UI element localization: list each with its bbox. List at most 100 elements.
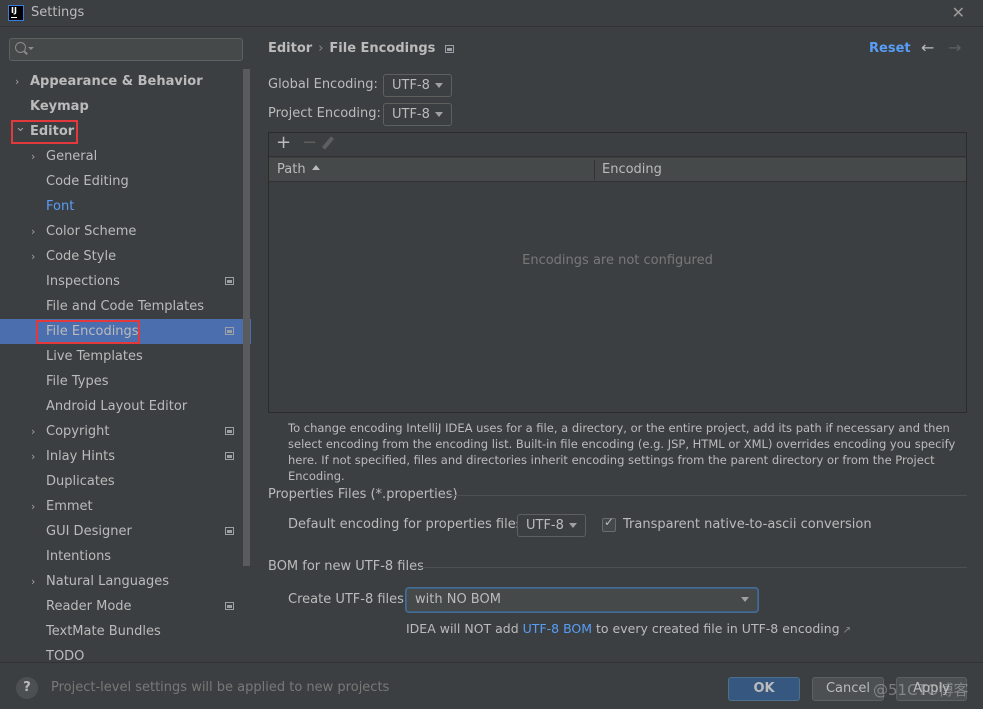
chevron-right-icon[interactable]: › — [31, 219, 35, 244]
path-encodings-table: + − Path Encoding Encodings are not conf… — [268, 132, 967, 413]
settings-sidebar: › Appearance & Behavior Keymap ⌄ Editor › Gene… — [0, 28, 251, 664]
sidebar-item-duplicates[interactable]: Duplicates — [0, 469, 251, 494]
column-divider[interactable] — [594, 160, 595, 180]
sidebar-item-label: Reader Mode — [46, 599, 132, 614]
sidebar-item-natural-languages[interactable]: › Natural Languages — [0, 569, 251, 594]
project-encoding-dropdown[interactable]: UTF-8 — [383, 103, 452, 126]
native-to-ascii-label[interactable]: Transparent native-to-ascii conversion — [623, 514, 872, 536]
sidebar-item-textmate-bundles[interactable]: TextMate Bundles — [0, 619, 251, 644]
ok-button[interactable]: OK — [728, 677, 800, 701]
create-utf8-value: with NO BOM — [415, 592, 501, 607]
sidebar-item-font[interactable]: Font — [0, 194, 251, 219]
back-arrow-icon[interactable]: ← — [921, 38, 934, 57]
project-level-icon — [225, 277, 234, 285]
chevron-right-icon[interactable]: › — [31, 444, 35, 469]
chevron-right-icon[interactable]: › — [15, 69, 19, 94]
project-level-icon — [225, 452, 234, 460]
sidebar-item-label: File Types — [46, 374, 109, 389]
breadcrumb-separator: › — [318, 41, 324, 56]
sidebar-item-gui-designer[interactable]: GUI Designer — [0, 519, 251, 544]
sidebar-item-appearance-behavior[interactable]: › Appearance & Behavior — [0, 69, 251, 94]
table-toolbar: + − — [269, 132, 966, 157]
sidebar-item-label: Appearance & Behavior — [30, 74, 203, 89]
column-header-path[interactable]: Path — [277, 158, 320, 182]
sidebar-item-label: Duplicates — [46, 474, 115, 489]
sidebar-item-file-encodings[interactable]: File Encodings — [0, 319, 251, 344]
chevron-right-icon[interactable]: › — [31, 244, 35, 269]
breadcrumb-editor[interactable]: Editor — [268, 41, 312, 56]
sidebar-item-code-style[interactable]: › Code Style — [0, 244, 251, 269]
file-encodings-panel: Editor › File Encodings Reset ← → Global E… — [252, 28, 983, 662]
chevron-down-icon — [435, 112, 443, 117]
add-icon[interactable]: + — [276, 132, 291, 153]
sidebar-item-emmet[interactable]: › Emmet — [0, 494, 251, 519]
sidebar-item-label: TextMate Bundles — [46, 624, 161, 639]
create-utf8-files-dropdown[interactable]: with NO BOM — [406, 588, 758, 612]
breadcrumb-file-encodings: File Encodings — [329, 41, 436, 56]
bom-note-suffix: to every created file in UTF-8 encoding — [592, 621, 840, 636]
edit-pencil-icon[interactable] — [321, 136, 335, 150]
sidebar-item-editor[interactable]: ⌄ Editor — [0, 119, 251, 144]
sidebar-item-label: Font — [46, 199, 75, 214]
chevron-right-icon[interactable]: › — [31, 569, 35, 594]
chevron-right-icon[interactable]: › — [31, 419, 35, 444]
chevron-right-icon[interactable]: › — [31, 494, 35, 519]
chevron-down-icon — [435, 83, 443, 88]
settings-search-input[interactable] — [9, 38, 243, 61]
help-icon[interactable]: ? — [16, 677, 38, 699]
sidebar-item-label: File and Code Templates — [46, 299, 204, 314]
cancel-button[interactable]: Cancel — [812, 677, 884, 701]
sidebar-item-label: Code Style — [46, 249, 117, 264]
sidebar-item-file-types[interactable]: File Types — [0, 369, 251, 394]
title-bar: IJ Settings ✕ — [0, 0, 983, 27]
sidebar-scrollbar[interactable] — [243, 69, 250, 566]
sidebar-item-label: Inspections — [46, 274, 120, 289]
sidebar-item-android-layout-editor[interactable]: Android Layout Editor — [0, 394, 251, 419]
utf8-bom-link[interactable]: UTF-8 BOM — [523, 621, 592, 636]
remove-icon[interactable]: − — [302, 132, 317, 153]
column-header-encoding[interactable]: Encoding — [602, 158, 662, 182]
close-icon[interactable]: ✕ — [952, 3, 965, 22]
native-to-ascii-checkbox[interactable] — [602, 515, 616, 532]
apply-button[interactable]: Apply — [896, 677, 967, 701]
chevron-right-icon[interactable]: › — [31, 144, 35, 169]
project-level-icon — [225, 527, 234, 535]
properties-default-label: Default encoding for properties files: — [288, 517, 527, 532]
section-divider — [418, 567, 967, 568]
sidebar-item-inspections[interactable]: Inspections — [0, 269, 251, 294]
chevron-down-icon — [741, 597, 749, 602]
global-encoding-dropdown[interactable]: UTF-8 — [383, 74, 452, 97]
sidebar-item-copyright[interactable]: › Copyright — [0, 419, 251, 444]
sidebar-item-intentions[interactable]: Intentions — [0, 544, 251, 569]
project-level-icon — [225, 327, 234, 335]
project-level-icon — [225, 427, 234, 435]
sidebar-item-live-templates[interactable]: Live Templates — [0, 344, 251, 369]
chevron-down-icon — [569, 523, 577, 528]
settings-tree: › Appearance & Behavior Keymap ⌄ Editor › Gene… — [0, 69, 251, 669]
external-link-icon[interactable]: ↗ — [843, 625, 851, 636]
sidebar-item-label: Inlay Hints — [46, 449, 115, 464]
create-utf8-label: Create UTF-8 files: — [288, 592, 409, 607]
sidebar-item-color-scheme[interactable]: › Color Scheme — [0, 219, 251, 244]
section-divider — [442, 495, 967, 496]
sidebar-item-reader-mode[interactable]: Reader Mode — [0, 594, 251, 619]
sidebar-item-code-editing[interactable]: Code Editing — [0, 169, 251, 194]
footer-message: Project-level settings will be applied t… — [51, 680, 390, 695]
bom-section-title: BOM for new UTF-8 files — [268, 559, 424, 574]
table-header: Path Encoding — [269, 158, 966, 182]
global-encoding-label: Global Encoding: — [268, 77, 378, 92]
project-level-icon — [445, 44, 455, 53]
encoding-help-text: To change encoding IntelliJ IDEA uses fo… — [288, 421, 956, 483]
sidebar-item-file-and-code-templates[interactable]: File and Code Templates — [0, 294, 251, 319]
sidebar-item-general[interactable]: › General — [0, 144, 251, 169]
reset-link[interactable]: Reset — [869, 41, 911, 56]
sidebar-item-keymap[interactable]: Keymap — [0, 94, 251, 119]
bom-note: IDEA will NOT add UTF-8 BOM to every cre… — [406, 621, 851, 636]
forward-arrow-icon[interactable]: → — [948, 38, 961, 57]
search-history-dropdown-icon[interactable] — [28, 47, 34, 50]
sidebar-item-label: General — [46, 149, 98, 164]
sidebar-item-inlay-hints[interactable]: › Inlay Hints — [0, 444, 251, 469]
properties-encoding-dropdown[interactable]: UTF-8 — [517, 514, 586, 537]
project-encoding-value: UTF-8 — [392, 107, 430, 122]
chevron-down-icon[interactable]: ⌄ — [15, 115, 26, 140]
